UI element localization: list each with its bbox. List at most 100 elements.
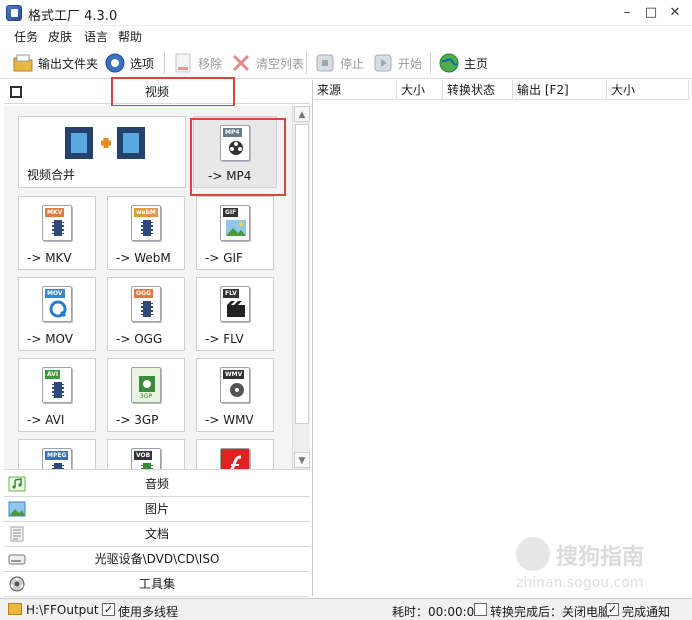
column-status[interactable]: 转换状态	[443, 80, 513, 100]
status-bar: H:\FFOutput ✓ 使用多线程 耗时：00:00:00 转换完成后：关闭…	[0, 598, 692, 620]
tools-icon	[8, 576, 26, 592]
category-audio-label: 音频	[144, 477, 169, 491]
start-icon	[372, 52, 394, 74]
tile-3gp[interactable]: 3GP -> 3GP	[107, 358, 185, 432]
column-output[interactable]: 输出 [F2]	[513, 80, 607, 100]
gif-file-icon: GIF	[220, 205, 250, 241]
watermark-logo	[516, 537, 550, 571]
after-done-label: 转换完成后：关闭电脑	[490, 605, 611, 619]
menu-help[interactable]: 帮助	[118, 28, 142, 45]
flash-file-icon	[220, 448, 250, 469]
close-button[interactable]: ✕	[658, 2, 692, 24]
tile-avi[interactable]: AVI -> AVI	[18, 358, 96, 432]
options-icon	[104, 52, 126, 74]
picture-icon	[8, 501, 26, 517]
video-merge-icon	[65, 127, 145, 159]
tile-webm[interactable]: webM -> WebM	[107, 196, 185, 270]
title-bar: 格式工厂 4.3.0 – □ ✕	[0, 0, 692, 26]
tile-wmv-label: -> WMV	[205, 413, 254, 427]
output-path[interactable]: H:\FFOutput	[26, 603, 99, 617]
highlight-box-video	[111, 77, 235, 107]
column-output-size[interactable]: 大小	[607, 80, 689, 100]
after-done-checkbox[interactable]	[474, 603, 487, 616]
output-folder-button[interactable]: 输出文件夹	[12, 51, 98, 75]
column-source[interactable]: 来源	[313, 80, 397, 100]
stop-button[interactable]: 停止	[314, 51, 364, 75]
category-tools[interactable]: 工具集	[4, 572, 310, 597]
tile-video-merge[interactable]: 视频合并	[18, 116, 186, 188]
tile-video-merge-label: 视频合并	[27, 168, 76, 182]
category-disc[interactable]: 光驱设备\DVD\CD\ISO	[4, 547, 310, 572]
tile-gif-label: -> GIF	[205, 251, 243, 265]
toolbar-separator	[164, 52, 165, 74]
tile-mov[interactable]: MOV -> MOV	[18, 277, 96, 351]
tile-swf[interactable]	[196, 439, 274, 469]
clear-list-button[interactable]: 清空列表	[230, 51, 304, 75]
tile-gif[interactable]: GIF -> GIF	[196, 196, 274, 270]
tile-mkv[interactable]: MKV -> MKV	[18, 196, 96, 270]
globe-icon	[438, 52, 460, 74]
task-list[interactable]: 来源 大小 转换状态 输出 [F2] 大小	[312, 80, 689, 596]
options-button[interactable]: 选项	[104, 51, 154, 75]
category-disc-label: 光驱设备\DVD\CD\ISO	[94, 552, 220, 566]
flv-file-icon: FLV	[220, 286, 250, 322]
menu-language[interactable]: 语言	[84, 28, 108, 45]
remove-icon	[172, 52, 194, 74]
category-image[interactable]: 图片	[4, 497, 310, 522]
category-document[interactable]: 文档	[4, 522, 310, 547]
notify-label: 完成通知	[622, 605, 671, 619]
home-button[interactable]: 主页	[438, 51, 488, 75]
tile-wmv[interactable]: WMV -> WMV	[196, 358, 274, 432]
category-tools-label: 工具集	[138, 577, 175, 591]
remove-button[interactable]: 移除	[172, 51, 222, 75]
mpeg-file-icon: MPEG	[42, 448, 72, 469]
scroll-down-arrow[interactable]: ▼	[294, 452, 310, 468]
stop-icon	[314, 52, 336, 74]
tile-ogg[interactable]: OGG -> OGG	[107, 277, 185, 351]
wmv-file-icon: WMV	[220, 367, 250, 403]
video-tiles-area: 视频合并 MP4 -> MP4 MKV -> MKV webM -> WebM …	[4, 106, 310, 470]
watermark-text: 搜狗指南	[556, 545, 645, 570]
category-image-label: 图片	[144, 502, 169, 516]
tile-vob[interactable]: VOB	[107, 439, 185, 469]
webm-file-icon: webM	[131, 205, 161, 241]
multithread-label: 使用多线程	[118, 605, 179, 619]
ogg-file-icon: OGG	[131, 286, 161, 322]
category-panel: 视频 视频合并 MP4 -> MP4 MKV -> MKV webM -> We…	[4, 77, 310, 597]
clear-icon	[230, 52, 252, 74]
tile-ogg-label: -> OGG	[116, 332, 163, 346]
notify-checkbox[interactable]: ✓	[606, 603, 619, 616]
app-icon	[6, 5, 22, 21]
toolbar-separator	[430, 52, 431, 74]
tile-webm-label: -> WebM	[116, 251, 171, 265]
tile-mov-label: -> MOV	[27, 332, 73, 346]
tile-mpeg[interactable]: MPEG	[18, 439, 96, 469]
menu-skin[interactable]: 皮肤	[48, 28, 72, 45]
menu-task[interactable]: 任务	[14, 28, 38, 45]
document-icon	[8, 526, 26, 542]
watermark-url: zhinan.sogou.com	[516, 575, 644, 591]
tile-3gp-label: -> 3GP	[116, 413, 159, 427]
start-button[interactable]: 开始	[372, 51, 422, 75]
tile-flv[interactable]: FLV -> FLV	[196, 277, 274, 351]
elapsed-time: 耗时：00:00:00	[392, 605, 482, 619]
avi-file-icon: AVI	[42, 367, 72, 403]
remove-label: 移除	[198, 56, 223, 71]
video-category-icon	[8, 84, 24, 100]
home-label: 主页	[464, 56, 489, 71]
video-scrollbar[interactable]: ▲ ▼	[292, 106, 310, 469]
music-note-icon	[8, 476, 26, 492]
clear-list-label: 清空列表	[256, 56, 305, 71]
folder-icon	[8, 603, 22, 615]
menu-bar: 任务 皮肤 语言 帮助	[0, 26, 692, 46]
highlight-box-mp4	[190, 118, 286, 196]
vob-file-icon: VOB	[131, 448, 161, 469]
options-label: 选项	[130, 56, 155, 71]
column-size[interactable]: 大小	[397, 80, 443, 100]
toolbar-separator	[306, 52, 307, 74]
multithread-checkbox[interactable]: ✓	[102, 603, 115, 616]
category-audio[interactable]: 音频	[4, 472, 310, 497]
scroll-thumb[interactable]	[295, 124, 309, 424]
3gp-file-icon: 3GP	[131, 367, 161, 403]
scroll-up-arrow[interactable]: ▲	[294, 106, 310, 122]
